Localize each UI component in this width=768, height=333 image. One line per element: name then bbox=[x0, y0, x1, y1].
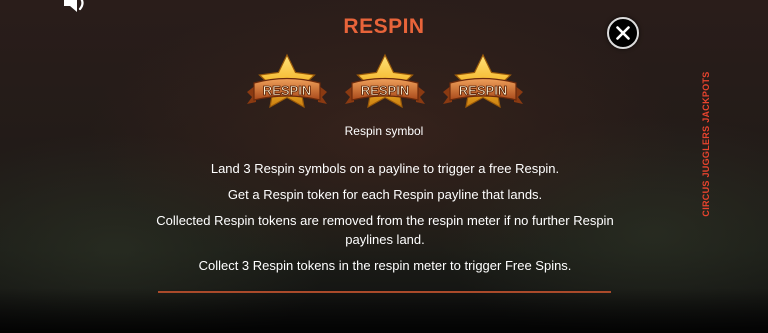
respin-symbol-label: RESPIN bbox=[361, 83, 409, 98]
sound-toggle-button[interactable] bbox=[62, 0, 90, 16]
speaker-icon bbox=[64, 0, 84, 12]
respin-symbol-label: RESPIN bbox=[459, 83, 507, 98]
respin-symbol: RESPIN bbox=[244, 52, 330, 118]
section-divider bbox=[158, 291, 611, 293]
respin-star-icon: RESPIN bbox=[345, 53, 425, 109]
rule-text: Collected Respin tokens are removed from… bbox=[156, 213, 614, 247]
symbol-caption: Respin symbol bbox=[344, 124, 424, 138]
respin-symbol: RESPIN bbox=[440, 52, 526, 118]
respin-star-icon: RESPIN bbox=[247, 53, 327, 109]
respin-symbols-row: RESPIN RESPIN RESPIN bbox=[244, 52, 526, 122]
game-name-label: CIRCUS JUGGLERS JACKPOTS bbox=[701, 71, 711, 217]
rule-text: Land 3 Respin symbols on a payline to tr… bbox=[210, 161, 560, 176]
respin-symbol: RESPIN bbox=[342, 52, 428, 118]
rules-description: Land 3 Respin symbols on a payline to tr… bbox=[140, 159, 630, 282]
page-title: RESPIN bbox=[343, 15, 425, 38]
close-button[interactable] bbox=[607, 17, 639, 49]
rule-text: Get a Respin token for each Respin payli… bbox=[227, 187, 543, 202]
respin-star-icon: RESPIN bbox=[443, 53, 523, 109]
respin-symbol-label: RESPIN bbox=[263, 83, 311, 98]
close-icon bbox=[616, 26, 630, 40]
rule-text: Collect 3 Respin tokens in the respin me… bbox=[198, 258, 572, 273]
paytable-panel: RESPIN CIRCUS JUGGLERS JACKPOTS RESPIN R… bbox=[0, 0, 768, 333]
